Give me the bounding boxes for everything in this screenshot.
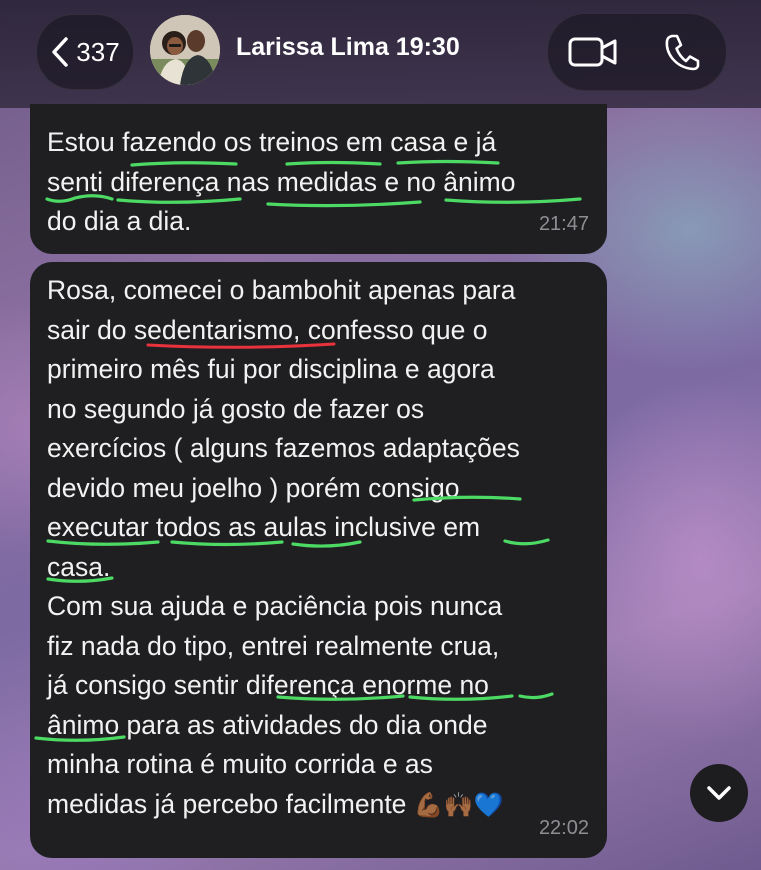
message-bubble[interactable]: Rosa, comecei o bambohit apenas para sai…: [30, 262, 607, 858]
blue-heart-emoji: 💙: [473, 790, 504, 819]
video-call-button[interactable]: [548, 14, 637, 90]
back-button[interactable]: 337: [36, 14, 134, 90]
message-line: primeiro mês fui por disciplina e agora: [47, 354, 495, 384]
chat-header: 337 Larissa Lima 19:30: [0, 0, 761, 108]
message-line: do dia a dia.: [47, 206, 192, 236]
message-line: fiz nada do tipo, entrei realmente crua,: [47, 630, 500, 661]
scroll-to-bottom-button[interactable]: [690, 764, 748, 822]
message-line: minha rotina é muito corrida e as: [47, 749, 433, 779]
message-line: senti diferença nas medidas e no ânimo: [47, 166, 516, 197]
message-line: executar todos as aulas inclusive em: [47, 512, 481, 542]
voice-call-button[interactable]: [637, 14, 726, 90]
raising-hands-emoji: 🙌🏾: [443, 790, 474, 819]
unread-count: 337: [76, 36, 120, 67]
chevron-down-icon: [707, 786, 731, 800]
phone-icon: [665, 34, 699, 71]
message-line: medidas já percebo facilmente: [47, 788, 407, 819]
contact-name[interactable]: Larissa Lima 19:30: [236, 33, 460, 62]
message-line: devido meu joelho ) porém consigo: [47, 472, 460, 503]
flexed-biceps-emoji: 💪🏾: [413, 790, 444, 819]
message-line-last: medidas já percebo facilmente 💪🏾🙌🏾💙: [47, 785, 593, 826]
message-timestamp: 22:02: [538, 816, 589, 839]
message-line: ânimo para as atividades do dia onde: [47, 709, 488, 740]
chevron-left-icon: [52, 37, 69, 67]
message-line: Com sua ajuda e paciência pois nunca: [47, 591, 503, 621]
message-line: Estou fazendo os treinos em casa e já: [47, 127, 497, 157]
video-camera-icon: [568, 37, 616, 67]
message-bubble[interactable]: Estou fazendo os treinos em casa e já se…: [30, 104, 607, 254]
message-line: Rosa, comecei o bambohit apenas para: [47, 275, 516, 305]
message-line: no segundo já gosto de fazer os: [47, 393, 425, 424]
message-line: exercícios ( alguns fazemos adaptações: [47, 433, 520, 463]
avatar-photo: [150, 15, 220, 85]
message-timestamp: 21:47: [538, 212, 589, 235]
message-line: já consigo sentir diferença enorme no: [47, 670, 489, 700]
call-actions: [547, 13, 727, 91]
message-line: casa.: [47, 551, 111, 582]
message-line: sair do sedentarismo, confesso que o: [47, 314, 488, 345]
avatar[interactable]: [150, 15, 220, 85]
